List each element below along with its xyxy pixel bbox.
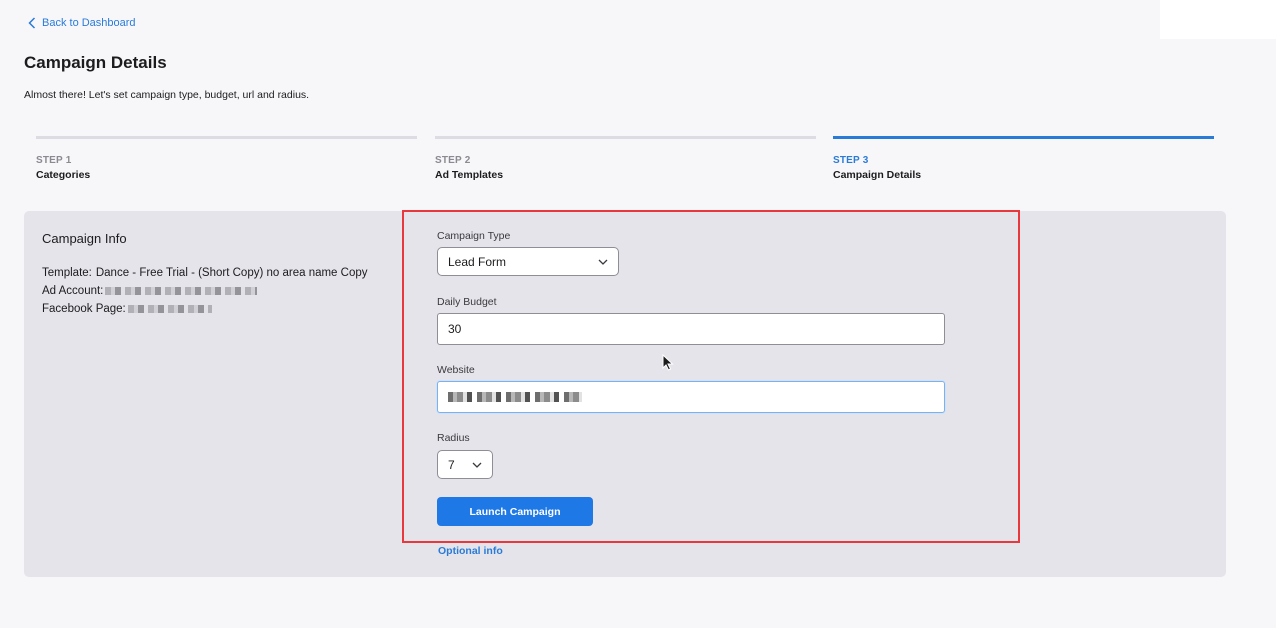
page-title: Campaign Details	[24, 53, 167, 72]
chevron-left-icon	[28, 17, 36, 29]
ad-account-row: Ad Account:	[42, 282, 368, 300]
facebook-page-label: Facebook Page:	[42, 303, 126, 315]
step-campaign-details[interactable]: STEP 3 Campaign Details	[833, 136, 1214, 181]
radius-label: Radius	[437, 432, 470, 444]
daily-budget-input[interactable]: 30	[437, 313, 945, 345]
step-progress-bar	[36, 136, 417, 139]
template-label: Template:	[42, 267, 92, 279]
campaign-type-select[interactable]: Lead Form	[437, 247, 619, 276]
step-progress-bar	[833, 136, 1214, 139]
top-right-blank	[1160, 0, 1276, 39]
campaign-info-title: Campaign Info	[42, 231, 127, 246]
ad-account-label: Ad Account:	[42, 285, 104, 297]
chevron-down-icon	[598, 259, 608, 265]
step-ad-templates[interactable]: STEP 2 Ad Templates	[435, 136, 816, 181]
campaign-type-label: Campaign Type	[437, 230, 511, 242]
redacted-ad-account	[105, 287, 258, 295]
template-value: Dance - Free Trial - (Short Copy) no are…	[95, 267, 368, 279]
step-categories[interactable]: STEP 1 Categories	[36, 136, 417, 181]
daily-budget-value: 30	[448, 322, 462, 336]
radius-select[interactable]: 7	[437, 450, 493, 479]
step-number: STEP 2	[435, 155, 471, 166]
step-number: STEP 3	[833, 155, 869, 166]
chevron-down-icon	[472, 462, 482, 468]
back-to-dashboard-link[interactable]: Back to Dashboard	[28, 17, 136, 29]
website-label: Website	[437, 364, 475, 376]
radius-value: 7	[448, 457, 455, 472]
website-input[interactable]	[437, 381, 945, 413]
redacted-facebook-page	[127, 305, 212, 313]
campaign-info-details: Template: Dance - Free Trial - (Short Co…	[42, 264, 368, 318]
page-subtitle: Almost there! Let's set campaign type, b…	[24, 89, 310, 101]
redacted-website-url	[448, 392, 582, 402]
step-number: STEP 1	[36, 155, 72, 166]
daily-budget-label: Daily Budget	[437, 296, 497, 308]
facebook-page-row: Facebook Page:	[42, 300, 368, 318]
step-name: Ad Templates	[435, 169, 504, 181]
step-name: Categories	[36, 169, 91, 181]
template-row: Template: Dance - Free Trial - (Short Co…	[42, 264, 368, 282]
back-link-label: Back to Dashboard	[42, 17, 136, 29]
launch-campaign-button[interactable]: Launch Campaign	[437, 497, 593, 526]
campaign-type-value: Lead Form	[448, 254, 507, 269]
step-name: Campaign Details	[833, 169, 922, 181]
optional-info-link[interactable]: Optional info	[438, 545, 503, 557]
step-progress-bar	[435, 136, 816, 139]
mouse-pointer-icon	[662, 354, 674, 371]
